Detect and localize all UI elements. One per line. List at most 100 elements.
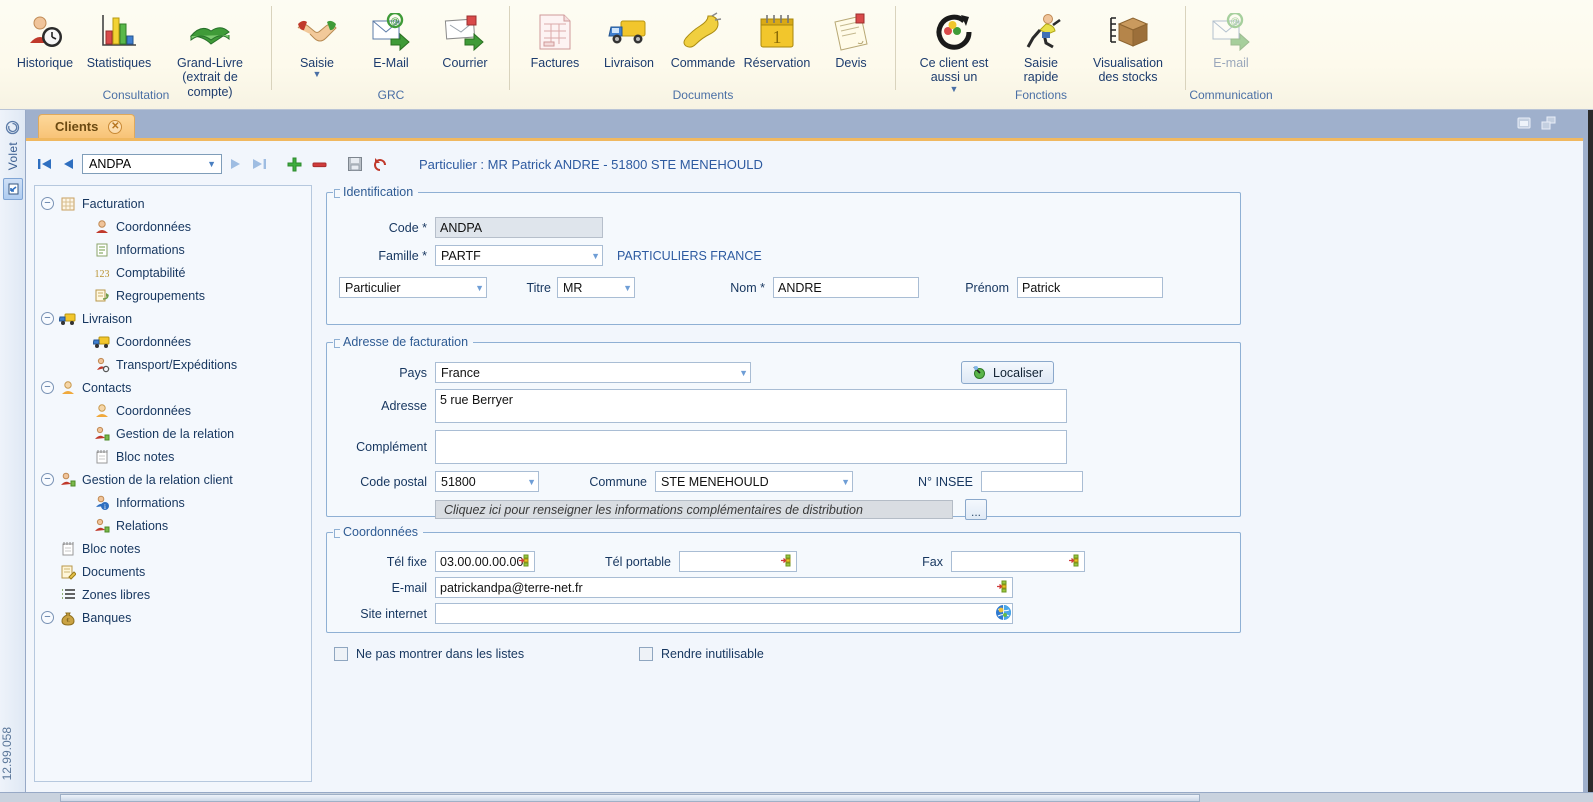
tree-collapse-icon[interactable]: − (41, 197, 54, 210)
horizontal-scrollbar[interactable] (0, 792, 1593, 802)
famille-select[interactable]: PARTF ▼ (435, 245, 603, 266)
tree-collapse-icon[interactable]: − (41, 312, 54, 325)
panel-circle-icon[interactable] (3, 120, 23, 138)
phone-list-icon[interactable] (519, 554, 532, 570)
tree-item-coordonn-es[interactable]: Coordonnées (35, 330, 311, 353)
tree-item-bloc-notes[interactable]: Bloc notes (35, 445, 311, 468)
make-unusable-checkbox[interactable] (639, 647, 653, 661)
commune-select[interactable]: STE MENEHOULD ▼ (655, 471, 853, 492)
chevron-down-icon[interactable]: ▼ (837, 477, 850, 487)
tree-expander-placeholder (75, 358, 88, 371)
tree-item-coordonn-es[interactable]: Coordonnées (35, 399, 311, 422)
ribbon-button-historique[interactable]: Historique (8, 4, 82, 84)
tree-item-transport-exp-ditions[interactable]: Transport/Expéditions (35, 353, 311, 376)
tree-collapse-icon[interactable]: − (41, 611, 54, 624)
next-record-icon[interactable] (227, 155, 245, 173)
person-info-icon: i (92, 494, 112, 512)
tree-item-label: Bloc notes (116, 449, 175, 464)
adresse-field[interactable]: 5 rue Berryer (435, 389, 1067, 423)
close-icon[interactable]: ✕ (108, 119, 123, 134)
tab-clients[interactable]: Clients ✕ (38, 114, 136, 138)
record-code-combo[interactable]: ANDPA ▼ (82, 154, 222, 174)
previous-record-icon[interactable] (59, 155, 77, 173)
tree-item-regroupements[interactable]: Regroupements (35, 284, 311, 307)
nom-field[interactable]: ANDRE (773, 277, 919, 298)
tree-collapse-icon[interactable]: − (41, 473, 54, 486)
fax-field[interactable] (951, 551, 1085, 572)
tree-item-documents[interactable]: Documents (35, 560, 311, 583)
browser-globe-icon[interactable] (995, 604, 1012, 624)
first-record-icon[interactable] (36, 155, 54, 173)
last-record-icon[interactable] (250, 155, 268, 173)
cascade-windows-icon[interactable] (1541, 116, 1557, 130)
ribbon-button-label: Réservation (743, 56, 811, 70)
scrollbar-thumb[interactable] (60, 794, 1200, 802)
site-internet-field[interactable] (435, 603, 1013, 624)
ribbon-group-title: Fonctions (1014, 88, 1068, 102)
nom-label: Nom * (730, 280, 765, 295)
ribbon-button-courrier[interactable]: Courrier (428, 4, 502, 84)
tree-item-comptabilit[interactable]: 123 Comptabilité (35, 261, 311, 284)
chevron-down-icon[interactable]: ▼ (313, 70, 322, 79)
client-type-value: Particulier (345, 280, 401, 295)
tree-item-informations[interactable]: i Informations (35, 491, 311, 514)
ribbon-button-e-mail[interactable]: @ E-Mail (354, 4, 428, 84)
ribbon-button-devis[interactable]: Devis (814, 4, 888, 84)
distribution-hint[interactable]: Cliquez ici pour renseigner les informat… (435, 500, 953, 519)
tree-item-coordonn-es[interactable]: Coordonnées (35, 215, 311, 238)
tree-item-label: Zones libres (82, 587, 151, 602)
ribbon-button-factures[interactable]: Factures (518, 4, 592, 84)
pays-select[interactable]: France ▼ (435, 362, 751, 383)
save-icon[interactable] (345, 154, 365, 174)
email-field[interactable]: patrickandpa@terre-net.fr (435, 577, 1013, 598)
tree-item-informations[interactable]: Informations (35, 238, 311, 261)
add-record-icon[interactable] (284, 154, 304, 174)
chevron-down-icon[interactable]: ▼ (471, 283, 484, 293)
chevron-down-icon[interactable]: ▼ (619, 283, 632, 293)
pin-panel-button[interactable] (2, 178, 23, 201)
localiser-button[interactable]: Localiser (961, 361, 1055, 384)
email-label: E-mail (391, 580, 427, 595)
window-buttons (1517, 116, 1557, 130)
chevron-down-icon[interactable]: ▼ (735, 368, 748, 378)
ribbon-button-statistiques[interactable]: Statistiques (82, 4, 156, 84)
contact-details-legend: Coordonnées (333, 525, 423, 539)
undo-icon[interactable] (370, 154, 390, 174)
ribbon-button-r-servation[interactable]: 1 Réservation (740, 4, 814, 84)
tree-item-contacts[interactable]: − Contacts (35, 376, 311, 399)
titre-select[interactable]: MR ▼ (557, 277, 635, 298)
complement-field[interactable] (435, 430, 1067, 464)
ribbon-button-visualisation-des-stocks[interactable]: Visualisation des stocks (1078, 4, 1178, 86)
distribution-more-button[interactable]: ... (965, 499, 987, 520)
email-list-icon[interactable] (997, 580, 1010, 596)
phone-list-icon[interactable] (1069, 554, 1082, 570)
tel-portable-field[interactable] (679, 551, 797, 572)
client-type-select[interactable]: Particulier ▼ (339, 277, 487, 298)
hide-in-lists-checkbox[interactable] (334, 647, 348, 661)
tree-item-gestion-de-la-relation-client[interactable]: − Gestion de la relation client (35, 468, 311, 491)
prenom-field[interactable]: Patrick (1017, 277, 1163, 298)
phone-list-icon[interactable] (781, 554, 794, 570)
ribbon-button-ce-client-est-aussi-un[interactable]: Ce client est aussi un ▼ (904, 4, 1004, 93)
tree-item-livraison[interactable]: − Livraison (35, 307, 311, 330)
tree-item-zones-libres[interactable]: Zones libres (35, 583, 311, 606)
code-postal-select[interactable]: 51800 ▼ (435, 471, 539, 492)
tree-item-label: Coordonnées (116, 403, 192, 418)
ribbon-button-livraison[interactable]: Livraison (592, 4, 666, 84)
tree-item-relations[interactable]: Relations (35, 514, 311, 537)
ribbon-button-commande[interactable]: Commande (666, 4, 740, 84)
tree-item-banques[interactable]: − € Banques (35, 606, 311, 629)
insee-field[interactable] (981, 471, 1083, 492)
chevron-down-icon[interactable]: ▼ (587, 251, 600, 261)
ribbon-button-saisie-rapide[interactable]: Saisie rapide (1004, 4, 1078, 86)
chevron-down-icon[interactable]: ▼ (207, 159, 219, 169)
remove-record-icon[interactable] (309, 154, 329, 174)
tree-item-bloc-notes[interactable]: Bloc notes (35, 537, 311, 560)
restore-window-icon[interactable] (1517, 116, 1533, 130)
ribbon-button-grand-livre-extrait-de-compte[interactable]: Grand-Livre (extrait de compte) (156, 4, 264, 100)
chevron-down-icon[interactable]: ▼ (523, 477, 536, 487)
tree-item-gestion-de-la-relation[interactable]: Gestion de la relation (35, 422, 311, 445)
ribbon-button-saisie[interactable]: Saisie ▼ (280, 4, 354, 84)
tree-collapse-icon[interactable]: − (41, 381, 54, 394)
tree-item-facturation[interactable]: − Facturation (35, 192, 311, 215)
